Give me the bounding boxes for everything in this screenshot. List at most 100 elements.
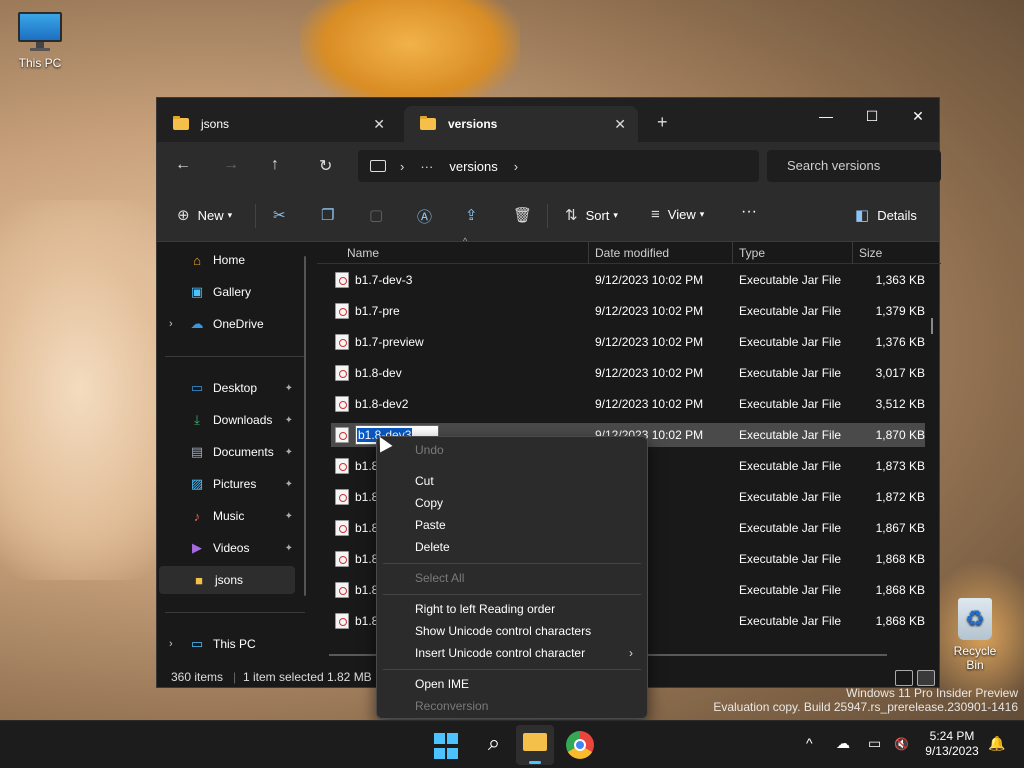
breadcrumb-chevron-icon[interactable]: › bbox=[514, 159, 518, 174]
sidebar-item-music[interactable]: ♪ Music ✦ bbox=[157, 502, 297, 530]
file-size: 1,867 KB bbox=[875, 521, 925, 535]
column-header-name[interactable]: Name bbox=[347, 246, 379, 260]
back-button[interactable]: ← bbox=[175, 156, 191, 174]
copy-button[interactable]: ❐ bbox=[321, 206, 342, 224]
sidebar-item-documents[interactable]: ▤ Documents ✦ bbox=[157, 438, 297, 466]
file-size: 1,868 KB bbox=[875, 552, 925, 566]
table-row[interactable]: b1.7-preview 9/12/2023 10:02 PM Executab… bbox=[331, 330, 925, 354]
column-header-type[interactable]: Type bbox=[739, 246, 765, 260]
desktop-icon-this-pc[interactable]: This PC bbox=[8, 12, 72, 70]
desktop-icon-recycle-bin[interactable]: ♻ Recycle Bin bbox=[944, 598, 1006, 672]
file-date: 9/12/2023 10:02 PM bbox=[595, 397, 704, 411]
taskbar-file-explorer[interactable] bbox=[516, 725, 554, 765]
videos-icon: ▶ bbox=[192, 540, 202, 555]
sidebar-item-gallery[interactable]: ▣ Gallery bbox=[157, 278, 297, 306]
tiles-view-button[interactable] bbox=[917, 670, 935, 686]
forward-button[interactable]: → bbox=[223, 156, 239, 174]
more-options-button[interactable]: ··· bbox=[741, 203, 757, 221]
column-divider[interactable] bbox=[588, 242, 589, 264]
table-row[interactable]: b1.8-dev 9/12/2023 10:02 PM Executable J… bbox=[331, 361, 925, 385]
start-button[interactable] bbox=[434, 733, 462, 761]
search-input[interactable]: Search versions bbox=[767, 150, 941, 182]
sidebar-item-pictures[interactable]: ▨ Pictures ✦ bbox=[157, 470, 297, 498]
menu-item-cut[interactable]: Cut bbox=[415, 474, 434, 488]
taskbar-chrome[interactable] bbox=[566, 731, 594, 759]
menu-item-copy[interactable]: Copy bbox=[415, 496, 443, 510]
desktop-icon: ▭ bbox=[190, 380, 204, 395]
up-button[interactable]: ↑ bbox=[271, 156, 279, 174]
details-view-button[interactable] bbox=[895, 670, 913, 686]
table-row[interactable]: b1.7-dev-3 9/12/2023 10:02 PM Executable… bbox=[331, 268, 925, 292]
new-button[interactable]: ⊕ New ▾ bbox=[177, 206, 232, 224]
menu-item-select-all[interactable]: Select All bbox=[415, 571, 464, 585]
menu-item-open-ime[interactable]: Open IME bbox=[415, 677, 469, 691]
sidebar-item-label: Downloads bbox=[213, 413, 273, 427]
onedrive-tray-icon[interactable]: ☁ bbox=[836, 735, 850, 752]
chevron-down-icon: ▾ bbox=[699, 209, 705, 219]
column-header-size[interactable]: Size bbox=[859, 246, 882, 260]
chevron-right-icon[interactable]: › bbox=[169, 638, 173, 650]
sidebar-item-this-pc[interactable]: › ▭ This PC bbox=[157, 630, 297, 658]
menu-item-rtl-reading-order[interactable]: Right to left Reading order bbox=[415, 602, 555, 616]
sidebar-item-downloads[interactable]: ⤓ Downloads ✦ bbox=[157, 406, 297, 434]
menu-item-show-unicode-control[interactable]: Show Unicode control characters bbox=[415, 624, 591, 638]
file-name: b1.7-dev-3 bbox=[355, 273, 413, 287]
table-row[interactable]: b1.8-dev2 9/12/2023 10:02 PM Executable … bbox=[331, 392, 925, 416]
tab-versions[interactable]: versions ✕ bbox=[404, 106, 638, 142]
windows-logo-pane bbox=[434, 748, 445, 759]
minimize-button[interactable]: — bbox=[803, 102, 849, 130]
sidebar-scrollbar[interactable] bbox=[304, 256, 306, 596]
navigation-pane: ⌂ Home ▣ Gallery › ☁ OneDrive ▭ Desktop … bbox=[157, 242, 315, 672]
breadcrumb-ellipsis[interactable]: ··· bbox=[420, 159, 433, 174]
pictures-icon: ▨ bbox=[190, 476, 204, 491]
vertical-scrollbar[interactable] bbox=[931, 318, 933, 334]
chevron-right-icon[interactable]: › bbox=[169, 318, 173, 330]
view-button[interactable]: ≡ View ▾ bbox=[651, 206, 704, 223]
sidebar-item-home[interactable]: ⌂ Home bbox=[157, 246, 297, 274]
sidebar-item-videos[interactable]: ▶ Videos ✦ bbox=[157, 534, 297, 562]
file-name: b1.8 bbox=[355, 552, 379, 566]
network-icon[interactable]: ▭ bbox=[868, 735, 881, 752]
pin-icon: ✦ bbox=[284, 414, 293, 426]
file-date: 9/12/2023 10:02 PM bbox=[595, 366, 704, 380]
sidebar-item-onedrive[interactable]: › ☁ OneDrive bbox=[157, 310, 297, 338]
menu-item-undo[interactable]: Undo bbox=[415, 443, 444, 457]
menu-item-paste[interactable]: Paste bbox=[415, 518, 446, 532]
sidebar-item-desktop[interactable]: ▭ Desktop ✦ bbox=[157, 374, 297, 402]
paste-button[interactable]: ▢ bbox=[369, 206, 391, 224]
menu-item-delete[interactable]: Delete bbox=[415, 540, 450, 554]
sidebar-item-label: jsons bbox=[215, 573, 244, 587]
search-button[interactable]: ⌕ bbox=[480, 731, 508, 759]
table-row[interactable]: b1.7-pre 9/12/2023 10:02 PM Executable J… bbox=[331, 299, 925, 323]
new-tab-button[interactable]: + bbox=[657, 112, 668, 133]
breadcrumb[interactable]: › ··· versions › bbox=[358, 150, 759, 182]
sidebar-item-jsons[interactable]: ■ jsons bbox=[159, 566, 295, 594]
tab-jsons[interactable]: jsons ✕ bbox=[157, 106, 397, 142]
clock-time: 5:24 PM bbox=[929, 729, 975, 743]
sort-button[interactable]: ⇅ Sort ▾ bbox=[565, 206, 618, 224]
delete-button[interactable]: 🗑 bbox=[513, 206, 540, 224]
rename-button[interactable]: Ⓐ bbox=[417, 206, 440, 227]
tab-close-icon[interactable]: ✕ bbox=[373, 116, 385, 133]
notification-bell-icon[interactable]: 🔔 bbox=[988, 735, 1005, 752]
new-button-label: New bbox=[197, 207, 224, 223]
menu-item-insert-unicode-control[interactable]: Insert Unicode control character bbox=[415, 646, 585, 660]
tab-label: versions bbox=[448, 117, 498, 131]
share-button[interactable]: ⇪ bbox=[465, 206, 486, 224]
close-window-button[interactable]: ✕ bbox=[895, 102, 941, 130]
volume-muted-icon[interactable]: 🔇 bbox=[894, 737, 909, 751]
tab-close-icon[interactable]: ✕ bbox=[614, 116, 626, 133]
tray-overflow-chevron-icon[interactable]: ^ bbox=[806, 735, 813, 751]
maximize-button[interactable]: ☐ bbox=[849, 102, 895, 130]
column-divider[interactable] bbox=[852, 242, 853, 264]
column-header-date[interactable]: Date modified bbox=[595, 246, 669, 260]
details-pane-button[interactable]: ◧ Details bbox=[855, 206, 917, 224]
column-divider[interactable] bbox=[732, 242, 733, 264]
cut-button[interactable]: ✂ bbox=[273, 206, 294, 224]
menu-item-reconversion[interactable]: Reconversion bbox=[415, 699, 488, 713]
refresh-button[interactable]: ↻ bbox=[319, 156, 332, 176]
taskbar-clock[interactable]: 5:24 PM 9/13/2023 bbox=[920, 729, 984, 759]
file-name: b1.7-preview bbox=[355, 335, 424, 349]
pin-icon: ✦ bbox=[284, 510, 293, 522]
breadcrumb-current[interactable]: versions bbox=[449, 159, 497, 174]
